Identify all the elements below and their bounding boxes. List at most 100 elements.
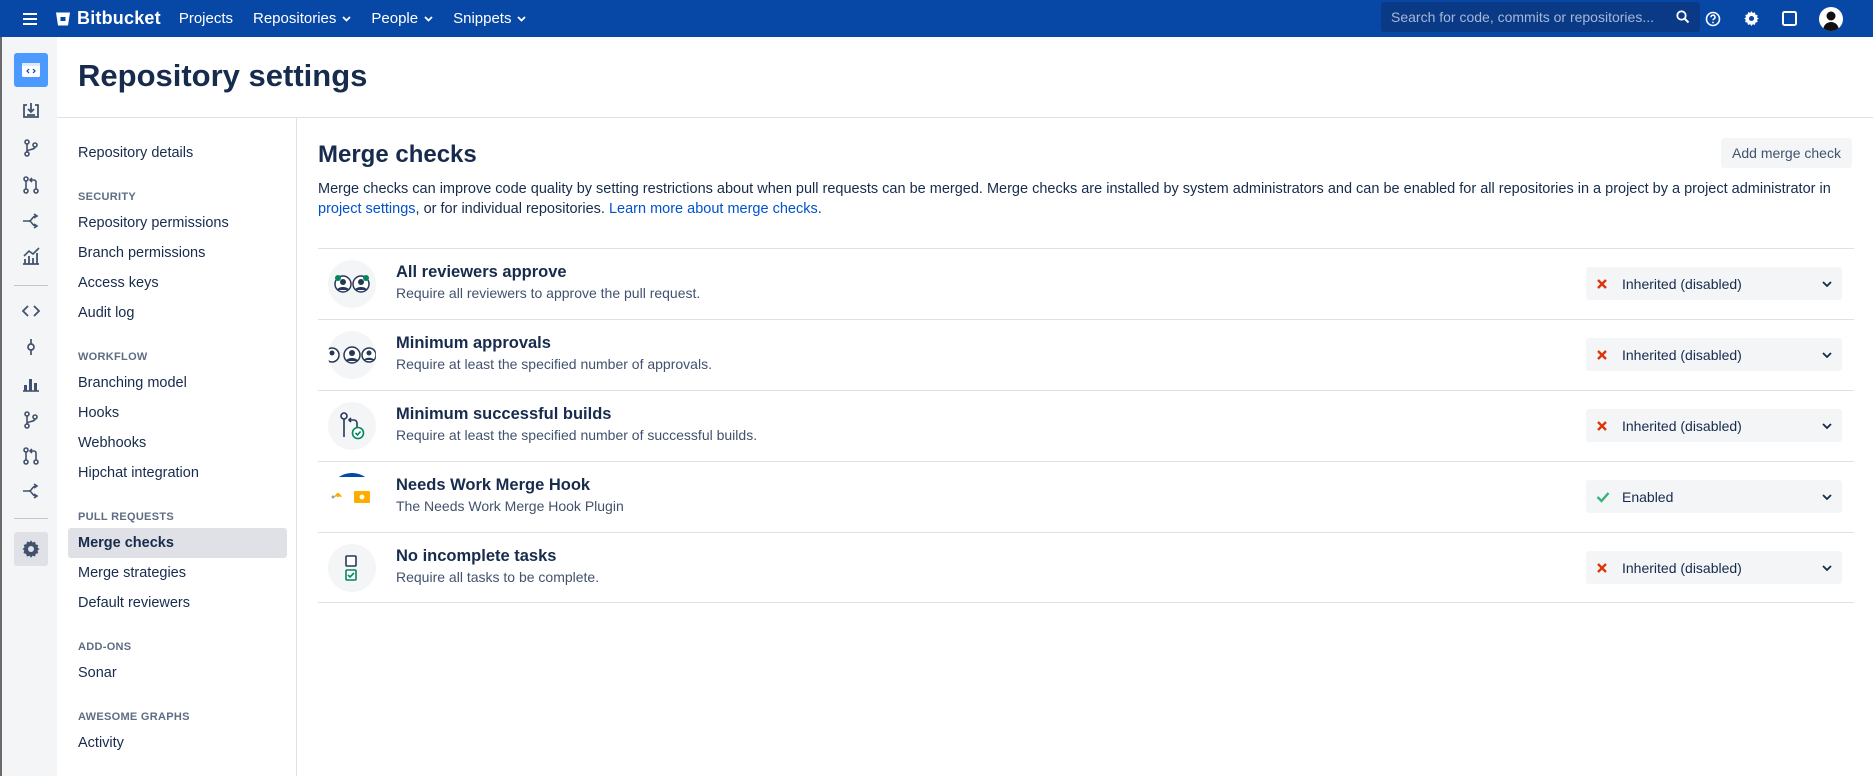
branches-icon xyxy=(24,411,38,429)
learn-more-link[interactable]: Learn more about merge checks xyxy=(609,201,818,217)
merge-check-status-dropdown[interactable]: Inherited (disabled) xyxy=(1586,409,1842,442)
gear-icon[interactable] xyxy=(1743,10,1760,27)
bitbucket-icon xyxy=(56,12,70,25)
rail-repository[interactable] xyxy=(14,53,48,87)
rail-create-branch[interactable] xyxy=(14,131,48,165)
status-label: Enabled xyxy=(1622,488,1674,505)
merge-check-row: No incomplete tasks Require all tasks to… xyxy=(318,532,1854,603)
nav-label: People xyxy=(371,10,419,27)
minimum-successful-builds-icon xyxy=(328,402,376,450)
nav-projects[interactable]: Projects xyxy=(179,10,233,27)
merge-check-name: Needs Work Merge Hook xyxy=(396,476,591,494)
pull-requests-icon xyxy=(23,447,39,465)
rail-settings[interactable] xyxy=(14,532,48,566)
nav-people[interactable]: People xyxy=(371,10,433,27)
sidenav-branching-model[interactable]: Branching model xyxy=(78,375,187,391)
all-reviewers-approve-icon xyxy=(328,260,376,308)
rail-create-pull-request[interactable] xyxy=(14,168,48,202)
notifications-icon[interactable] xyxy=(1782,11,1797,26)
merge-check-name: All reviewers approve xyxy=(396,263,567,281)
sidenav-branch-permissions[interactable]: Branch permissions xyxy=(78,245,205,261)
sidenav-repository-details[interactable]: Repository details xyxy=(78,145,193,161)
chevron-down-icon xyxy=(1822,564,1832,571)
sidenav-default-reviewers[interactable]: Default reviewers xyxy=(78,595,190,611)
merge-check-name: Minimum approvals xyxy=(396,334,551,352)
rail-fork[interactable] xyxy=(14,204,48,238)
rail-commits[interactable] xyxy=(14,330,48,364)
description-text: , or for individual repositories. xyxy=(415,201,609,217)
create-branch-icon xyxy=(24,139,38,157)
merge-check-row: Minimum approvals Require at least the s… xyxy=(318,319,1854,390)
sidenav-hipchat-integration[interactable]: Hipchat integration xyxy=(78,465,199,481)
nav-label: Projects xyxy=(178,10,233,27)
nav-label: Snippets xyxy=(453,10,512,27)
graphs-icon xyxy=(23,379,39,392)
repository-sidebar xyxy=(0,37,57,776)
rail-branches[interactable] xyxy=(14,403,48,437)
merge-check-name: No incomplete tasks xyxy=(396,547,557,565)
project-settings-link[interactable]: project settings xyxy=(318,201,416,217)
sidenav-webhooks[interactable]: Webhooks xyxy=(78,435,146,451)
menu-icon[interactable] xyxy=(15,0,45,37)
rail-forks[interactable] xyxy=(14,474,48,508)
rail-pull-requests[interactable] xyxy=(14,439,48,473)
sidenav-audit-log[interactable]: Audit log xyxy=(78,305,134,321)
cross-icon xyxy=(1597,420,1607,431)
nav-repositories[interactable]: Repositories xyxy=(253,10,352,27)
bitbucket-logo[interactable]: Bitbucket xyxy=(55,8,161,29)
merge-check-status-dropdown[interactable]: Inherited (disabled) xyxy=(1586,267,1842,300)
help-icon[interactable] xyxy=(1705,11,1721,27)
nav-snippets[interactable]: Snippets xyxy=(453,10,527,27)
description-text: Merge checks can improve code quality by… xyxy=(318,181,1831,197)
search-box[interactable] xyxy=(1381,2,1700,32)
section-title: Merge checks xyxy=(318,141,477,168)
needs-work-merge-hook-icon xyxy=(328,473,376,521)
rail-clone[interactable] xyxy=(14,94,48,128)
description-text: . xyxy=(817,201,822,217)
avatar[interactable] xyxy=(1819,6,1843,31)
sidenav-heading-pull-requests: PULL REQUESTS xyxy=(78,511,174,523)
settings-navigation: Repository details SECURITY Repository p… xyxy=(57,118,297,776)
create-pull-request-icon xyxy=(23,176,39,194)
sidenav-sonar[interactable]: Sonar xyxy=(78,665,117,681)
status-label: Inherited (disabled) xyxy=(1622,346,1742,363)
merge-check-description: Require at least the specified number of… xyxy=(396,427,758,443)
rail-graphs[interactable] xyxy=(14,367,48,401)
merge-checks-list: All reviewers approve Require all review… xyxy=(318,248,1854,603)
merge-check-row: Minimum successful builds Require at lea… xyxy=(318,390,1854,461)
chevron-down-icon xyxy=(424,15,433,22)
merge-check-description: The Needs Work Merge Hook Plugin xyxy=(396,498,624,514)
rail-source[interactable] xyxy=(14,294,48,328)
sidenav-merge-checks[interactable]: Merge checks xyxy=(78,535,174,551)
merge-check-status-dropdown[interactable]: Enabled xyxy=(1586,480,1842,513)
add-merge-check-button[interactable]: Add merge check xyxy=(1721,138,1852,168)
sidenav-access-keys[interactable]: Access keys xyxy=(78,275,159,291)
sidenav-activity[interactable]: Activity xyxy=(78,735,124,751)
rail-insights[interactable] xyxy=(14,239,48,273)
top-navigation-bar: Bitbucket Projects Repositories People S… xyxy=(0,0,1873,37)
chevron-down-icon xyxy=(1822,493,1832,500)
chevron-down-icon xyxy=(1822,422,1832,429)
merge-check-name: Minimum successful builds xyxy=(396,405,612,423)
merge-check-row: Needs Work Merge Hook The Needs Work Mer… xyxy=(318,461,1854,532)
sidenav-repository-permissions[interactable]: Repository permissions xyxy=(78,215,229,231)
sidenav-heading-add-ons: ADD-ONS xyxy=(78,641,132,653)
fork-icon xyxy=(23,213,39,229)
status-label: Inherited (disabled) xyxy=(1622,559,1742,576)
header-divider xyxy=(57,117,1873,118)
repository-icon xyxy=(22,63,40,77)
merge-check-status-dropdown[interactable]: Inherited (disabled) xyxy=(1586,551,1842,584)
settings-icon xyxy=(22,540,40,558)
sidenav-merge-strategies[interactable]: Merge strategies xyxy=(78,565,186,581)
sidenav-hooks[interactable]: Hooks xyxy=(78,405,119,421)
nav-label: Repositories xyxy=(253,10,337,27)
brand-name: Bitbucket xyxy=(77,8,161,28)
cross-icon xyxy=(1597,278,1607,289)
commits-icon xyxy=(27,339,35,355)
merge-check-status-dropdown[interactable]: Inherited (disabled) xyxy=(1586,338,1842,371)
user-silhouette-icon xyxy=(1823,11,1839,31)
search-icon[interactable] xyxy=(1676,10,1690,24)
top-right-icons xyxy=(1705,0,1843,37)
chevron-down-icon xyxy=(1822,351,1832,358)
search-input[interactable] xyxy=(1391,9,1676,25)
